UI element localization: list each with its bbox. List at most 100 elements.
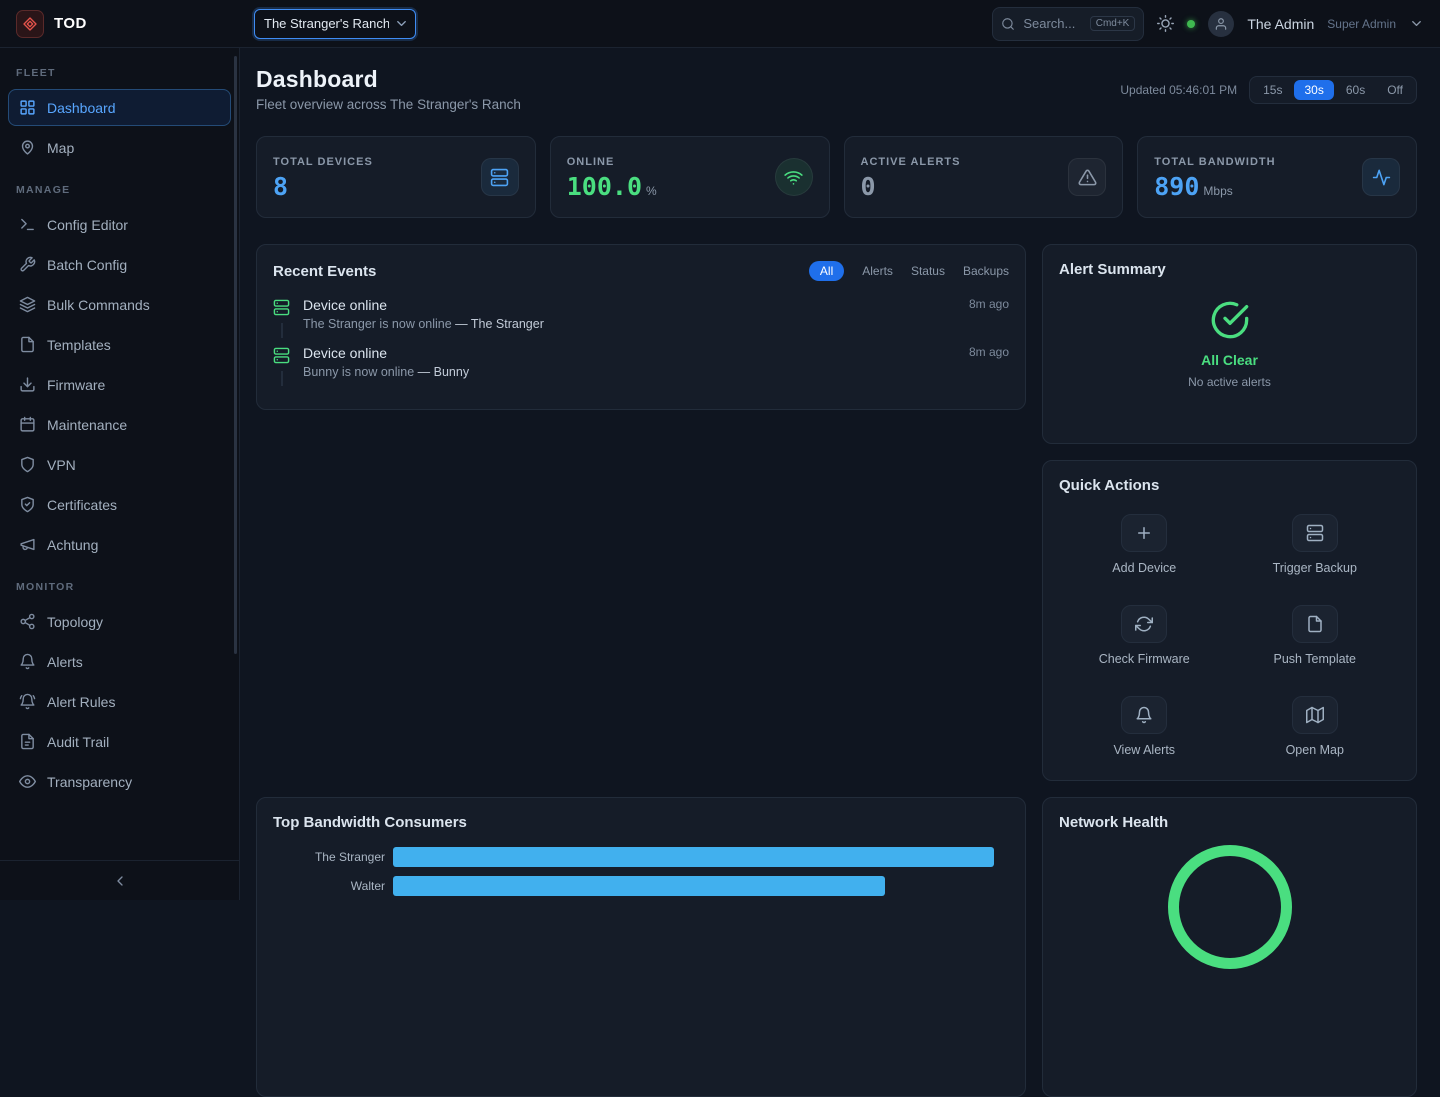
sidebar-item-batch-config[interactable]: Batch Config bbox=[8, 246, 231, 283]
refresh-interval-segmented: 15s30s60sOff bbox=[1249, 76, 1417, 104]
sidebar-item-config-editor[interactable]: Config Editor bbox=[8, 206, 231, 243]
event-description: Bunny is now online — Bunny bbox=[303, 365, 957, 379]
bandwidth-title: Top Bandwidth Consumers bbox=[273, 814, 1009, 831]
warning-icon bbox=[1068, 158, 1106, 196]
network-health-title: Network Health bbox=[1059, 814, 1400, 831]
event-filter-backups[interactable]: Backups bbox=[963, 264, 1009, 278]
sidebar-item-certificates[interactable]: Certificates bbox=[8, 486, 231, 523]
sidebar-item-vpn[interactable]: VPN bbox=[8, 446, 231, 483]
event-filter-all[interactable]: All bbox=[809, 261, 844, 281]
user-menu-chevron-down-icon[interactable] bbox=[1409, 16, 1424, 31]
stats-row: TOTAL DEVICES8ONLINE100.0%ACTIVE ALERTS0… bbox=[256, 136, 1417, 218]
sidebar-item-label: Bulk Commands bbox=[47, 297, 150, 313]
sidebar-item-transparency[interactable]: Transparency bbox=[8, 763, 231, 800]
updated-timestamp: Updated 05:46:01 PM bbox=[1120, 83, 1237, 97]
event-device: — Bunny bbox=[418, 365, 469, 379]
sidebar-item-templates[interactable]: Templates bbox=[8, 326, 231, 363]
event-row[interactable]: Device onlineBunny is now online — Bunny… bbox=[273, 345, 1009, 379]
event-row[interactable]: Device online The Stranger is now online … bbox=[273, 297, 1009, 331]
dashboard-grid: Recent Events All Alerts Status Backups Dev… bbox=[256, 244, 1417, 781]
brand-name: TOD bbox=[54, 15, 87, 32]
quick-action-check-firmware[interactable]: Check Firmware bbox=[1059, 605, 1230, 666]
quick-action-view-alerts[interactable]: View Alerts bbox=[1059, 696, 1230, 757]
sidebar-item-achtung[interactable]: Achtung bbox=[8, 526, 231, 563]
sidebar-item-bulk-commands[interactable]: Bulk Commands bbox=[8, 286, 231, 323]
alert-summary-title: Alert Summary bbox=[1059, 261, 1400, 278]
bandwidth-row-walter: Walter bbox=[273, 876, 1009, 896]
nav-section-fleet: FLEET bbox=[0, 52, 239, 86]
bandwidth-device-label: Walter bbox=[273, 879, 385, 893]
quick-action-open-map[interactable]: Open Map bbox=[1230, 696, 1401, 757]
wifi-icon bbox=[775, 158, 813, 196]
stat-value: 0 bbox=[861, 174, 961, 199]
refresh-option-off[interactable]: Off bbox=[1377, 80, 1413, 100]
sidebar-collapse-button[interactable] bbox=[0, 860, 239, 900]
event-filter-alerts[interactable]: Alerts bbox=[862, 264, 893, 278]
bandwidth-bars: The StrangerWalter bbox=[273, 847, 1009, 896]
sidebar-nav: FLEETDashboardMapMANAGEConfig EditorBatc… bbox=[0, 48, 239, 860]
grid-icon bbox=[19, 99, 36, 116]
fleet-selector[interactable]: The Stranger's Ranch bbox=[254, 9, 416, 39]
sidebar-item-alert-rules[interactable]: Alert Rules bbox=[8, 683, 231, 720]
sidebar-item-firmware[interactable]: Firmware bbox=[8, 366, 231, 403]
sidebar-item-topology[interactable]: Topology bbox=[8, 603, 231, 640]
sidebar-item-label: Map bbox=[47, 140, 74, 156]
file-icon bbox=[19, 336, 36, 353]
sidebar-item-label: Audit Trail bbox=[47, 734, 109, 750]
event-title: Device online bbox=[303, 297, 957, 313]
bell-ring-icon bbox=[19, 693, 36, 710]
sidebar-item-label: Achtung bbox=[47, 537, 98, 553]
quick-action-push-template[interactable]: Push Template bbox=[1230, 605, 1401, 666]
bottom-grid: Top Bandwidth Consumers The StrangerWalt… bbox=[256, 797, 1417, 1097]
events-list: Device online The Stranger is now online … bbox=[273, 297, 1009, 379]
bandwidth-bar bbox=[393, 847, 994, 867]
sidebar-item-label: Alerts bbox=[47, 654, 83, 670]
sidebar-item-label: VPN bbox=[47, 457, 76, 473]
bell-icon bbox=[1121, 696, 1167, 734]
event-filter-status[interactable]: Status bbox=[911, 264, 945, 278]
fleet-select[interactable]: The Stranger's Ranch bbox=[254, 9, 416, 39]
search-placeholder: Search... bbox=[1023, 16, 1081, 31]
stat-value: 8 bbox=[273, 174, 373, 199]
quick-action-add-device[interactable]: Add Device bbox=[1059, 514, 1230, 575]
sidebar-item-maintenance[interactable]: Maintenance bbox=[8, 406, 231, 443]
avatar[interactable] bbox=[1208, 11, 1234, 37]
sidebar-item-map[interactable]: Map bbox=[8, 129, 231, 166]
stat-unit: % bbox=[646, 184, 657, 198]
bandwidth-card: Top Bandwidth Consumers The StrangerWalt… bbox=[256, 797, 1026, 1097]
sidebar-item-alerts[interactable]: Alerts bbox=[8, 643, 231, 680]
event-device: — The Stranger bbox=[455, 317, 544, 331]
quick-action-trigger-backup[interactable]: Trigger Backup bbox=[1230, 514, 1401, 575]
sidebar-item-dashboard[interactable]: Dashboard bbox=[8, 89, 231, 126]
sidebar-scrollbar[interactable] bbox=[234, 56, 237, 654]
topbar-right: Search... Cmd+K The Admin Super Admin bbox=[992, 7, 1424, 41]
refresh-option-60s[interactable]: 60s bbox=[1336, 80, 1375, 100]
sidebar-item-label: Templates bbox=[47, 337, 111, 353]
search-shortcut: Cmd+K bbox=[1090, 16, 1136, 31]
chevron-left-icon bbox=[112, 873, 128, 889]
sidebar-item-label: Config Editor bbox=[47, 217, 128, 233]
refresh-option-15s[interactable]: 15s bbox=[1253, 80, 1292, 100]
quick-actions-grid: Add Device Trigger Backup Check FirmwarePu… bbox=[1059, 514, 1400, 757]
event-description: The Stranger is now online — The Strange… bbox=[303, 317, 957, 331]
stat-card-total-devices: TOTAL DEVICES8 bbox=[256, 136, 536, 218]
page-title: Dashboard bbox=[256, 66, 521, 93]
sidebar-item-audit-trail[interactable]: Audit Trail bbox=[8, 723, 231, 760]
refresh-option-30s[interactable]: 30s bbox=[1294, 80, 1333, 100]
shield-icon bbox=[19, 456, 36, 473]
main-content: Dashboard Fleet overview across The Stra… bbox=[240, 0, 1440, 1097]
theme-toggle-sun-icon[interactable] bbox=[1157, 15, 1174, 32]
quick-action-label: Trigger Backup bbox=[1273, 561, 1357, 575]
app-logo-icon bbox=[16, 10, 44, 38]
megaphone-icon bbox=[19, 536, 36, 553]
recent-events-title: Recent Events bbox=[273, 263, 376, 280]
sidebar: FLEETDashboardMapMANAGEConfig EditorBatc… bbox=[0, 48, 240, 900]
server-icon bbox=[273, 345, 291, 379]
search-icon bbox=[1001, 17, 1015, 31]
stat-value: 890Mbps bbox=[1154, 174, 1275, 199]
event-time: 8m ago bbox=[969, 297, 1009, 331]
page-header: Dashboard Fleet overview across The Stra… bbox=[256, 66, 1417, 112]
quick-actions-card: Quick Actions Add DeviceTrigger BackupCh… bbox=[1042, 460, 1417, 781]
event-time: 8m ago bbox=[969, 345, 1009, 379]
search-input[interactable]: Search... Cmd+K bbox=[992, 7, 1144, 41]
